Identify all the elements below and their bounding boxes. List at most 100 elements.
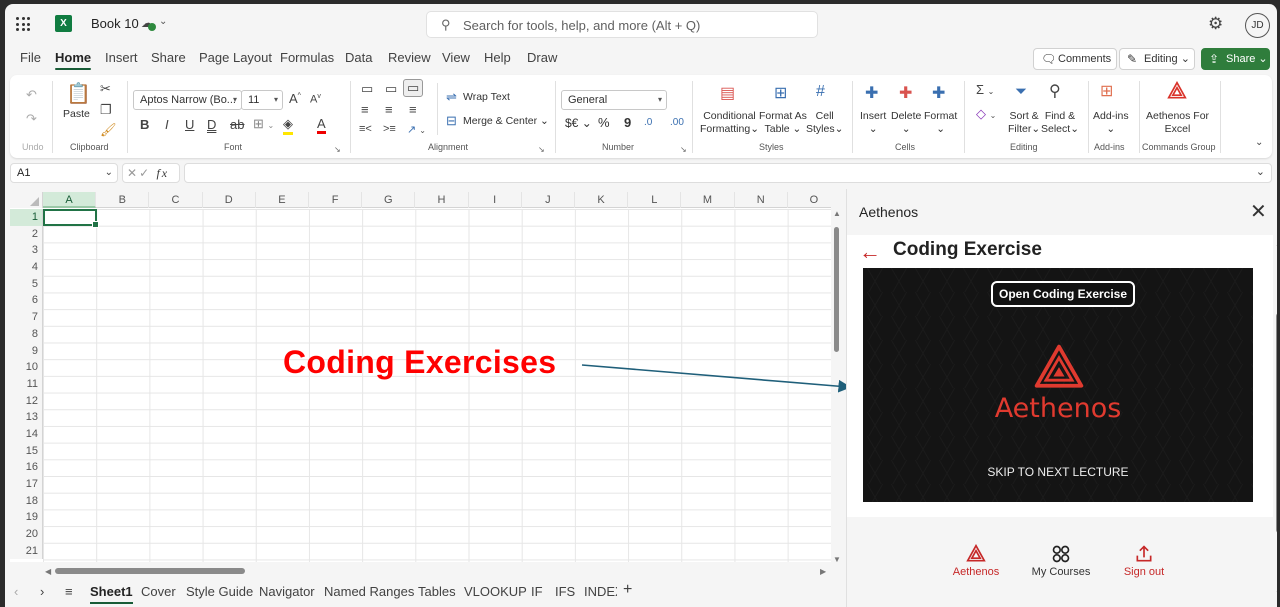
sheet-tab-if[interactable]: IF	[531, 584, 543, 599]
row-header[interactable]: 9	[10, 343, 42, 360]
redo-icon[interactable]: ↷	[26, 111, 37, 127]
document-title[interactable]: Book 10	[91, 16, 139, 31]
enter-icon[interactable]: ✓	[139, 166, 151, 180]
autosum-icon[interactable]: Σ ⌄	[976, 82, 994, 97]
clear-icon[interactable]: ◇ ⌄	[976, 106, 996, 122]
row-header[interactable]: 3	[10, 242, 42, 259]
format-cells-button[interactable]: Format ⌄	[924, 110, 957, 136]
wrap-text-button[interactable]: Wrap Text	[463, 91, 510, 104]
nav-sign-out[interactable]: Sign out	[1119, 544, 1169, 578]
row-header[interactable]: 11	[10, 376, 42, 393]
cell-styles-button[interactable]: Cell Styles⌄	[806, 110, 843, 136]
column-header[interactable]: J	[522, 192, 575, 208]
font-dialog-launcher-icon[interactable]: ↘	[334, 145, 341, 154]
close-icon[interactable]: ✕	[1250, 199, 1267, 224]
increase-decimal-icon[interactable]: .0	[644, 117, 652, 128]
tab-formulas[interactable]: Formulas	[280, 50, 334, 65]
row-header[interactable]: 19	[10, 509, 42, 526]
undo-icon[interactable]: ↶	[26, 87, 37, 103]
name-box[interactable]: A1 ⌄	[10, 163, 118, 183]
font-size-dropdown[interactable]: 11 ▾	[241, 90, 283, 110]
row-header[interactable]: 15	[10, 443, 42, 460]
italic-icon[interactable]: I	[165, 117, 169, 132]
double-underline-icon[interactable]: D	[207, 117, 216, 132]
row-header[interactable]: 6	[10, 292, 42, 309]
nav-aethenos[interactable]: Aethenos	[947, 544, 1005, 578]
merge-center-button[interactable]: Merge & Center ⌄	[463, 115, 549, 128]
decrease-decimal-icon[interactable]: .00	[670, 117, 684, 128]
font-name-dropdown[interactable]: Aptos Narrow (Bo... ▾	[133, 90, 242, 110]
paste-icon[interactable]: 📋	[66, 81, 91, 106]
add-ins-button[interactable]: Add-ins ⌄	[1093, 110, 1129, 136]
sheet-tab-navigator[interactable]: Navigator	[259, 584, 315, 599]
strikethrough-icon[interactable]: ab	[230, 117, 244, 132]
sheet-tab-cover[interactable]: Cover	[141, 584, 176, 599]
copy-icon[interactable]: ❐	[100, 102, 112, 118]
search-box[interactable]: ⚲	[426, 11, 818, 38]
row-header[interactable]: 10	[10, 359, 42, 376]
align-middle-icon[interactable]: ▭	[385, 81, 397, 97]
horizontal-scrollbar[interactable]: ◀ ▶	[43, 566, 833, 576]
currency-button[interactable]: $€ ⌄	[565, 117, 592, 130]
row-header[interactable]: 1	[10, 209, 42, 226]
row-header[interactable]: 5	[10, 276, 42, 293]
fill-color-icon[interactable]: ◈	[283, 116, 293, 135]
column-header[interactable]: E	[256, 192, 309, 208]
paste-button[interactable]: Paste	[63, 108, 90, 121]
app-launcher-icon[interactable]	[16, 17, 30, 31]
tab-insert[interactable]: Insert	[105, 50, 138, 65]
row-header[interactable]: 14	[10, 426, 42, 443]
pane-scroll-down-icon[interactable]: ▼	[1275, 589, 1277, 598]
align-top-icon[interactable]: ▭	[361, 81, 373, 97]
ribbon-collapse-icon[interactable]: ⌄	[1255, 137, 1263, 148]
row-header[interactable]: 20	[10, 526, 42, 543]
scroll-right-icon[interactable]: ▶	[820, 567, 826, 576]
expand-formula-icon[interactable]: ⌄	[1256, 165, 1265, 178]
decrease-font-icon[interactable]: Av	[310, 93, 321, 106]
alignment-dialog-launcher-icon[interactable]: ↘	[538, 145, 545, 154]
row-header[interactable]: 16	[10, 459, 42, 476]
comma-button[interactable]: 9	[624, 116, 631, 129]
font-color-icon[interactable]: A	[317, 116, 326, 134]
open-coding-exercise-button[interactable]: Open Coding Exercise	[991, 281, 1136, 307]
increase-indent-icon[interactable]: >≡	[383, 123, 396, 135]
comments-button[interactable]: 🗨 Comments	[1033, 48, 1117, 70]
formula-input[interactable]: ⌄	[184, 163, 1272, 183]
column-header[interactable]: A	[43, 192, 97, 208]
underline-icon[interactable]: U	[185, 117, 194, 132]
sheet-tab-ifs[interactable]: IFS	[555, 584, 575, 599]
column-header[interactable]: K	[575, 192, 629, 208]
skip-to-next-lecture-link[interactable]: SKIP TO NEXT LECTURE	[863, 465, 1253, 479]
cut-icon[interactable]: ✂	[100, 81, 111, 97]
next-sheet-icon[interactable]: ›	[40, 584, 44, 599]
find-select-button[interactable]: Find & Select⌄	[1041, 110, 1079, 136]
pane-scroll-up-icon[interactable]: ▲	[1275, 239, 1277, 248]
tab-share[interactable]: Share	[151, 50, 186, 65]
scroll-up-icon[interactable]: ▲	[833, 209, 841, 218]
column-header[interactable]: F	[309, 192, 363, 208]
sheet-tab-index[interactable]: INDEX	[584, 584, 617, 599]
sheet-tab-sheet1[interactable]: Sheet1	[90, 584, 133, 604]
orientation-icon[interactable]: ↗ ⌄	[407, 123, 426, 136]
row-header[interactable]: 21	[10, 543, 42, 560]
tab-data[interactable]: Data	[345, 50, 372, 65]
avatar[interactable]: JD	[1245, 13, 1270, 38]
align-left-icon[interactable]: ≡	[361, 102, 369, 117]
column-header[interactable]: O	[788, 192, 836, 208]
nav-my-courses[interactable]: My Courses	[1030, 544, 1092, 578]
scroll-down-icon[interactable]: ▼	[833, 555, 841, 564]
select-all-corner[interactable]	[10, 192, 43, 208]
tab-review[interactable]: Review	[388, 50, 431, 65]
row-header[interactable]: 12	[10, 393, 42, 410]
align-bottom-icon[interactable]: ▭	[403, 79, 424, 97]
number-format-dropdown[interactable]: General ▾	[561, 90, 667, 110]
row-header[interactable]: 8	[10, 326, 42, 343]
align-center-icon[interactable]: ≡	[385, 102, 393, 117]
tab-help[interactable]: Help	[484, 50, 511, 65]
exercise-video[interactable]: Open Coding Exercise Aethenos SKIP TO NE…	[863, 268, 1253, 502]
tab-home[interactable]: Home	[55, 50, 92, 70]
scroll-left-icon[interactable]: ◀	[45, 567, 51, 576]
all-sheets-menu-icon[interactable]: ≡	[65, 584, 73, 599]
tab-file[interactable]: File	[20, 50, 41, 65]
delete-cells-button[interactable]: Delete ⌄	[891, 110, 921, 136]
